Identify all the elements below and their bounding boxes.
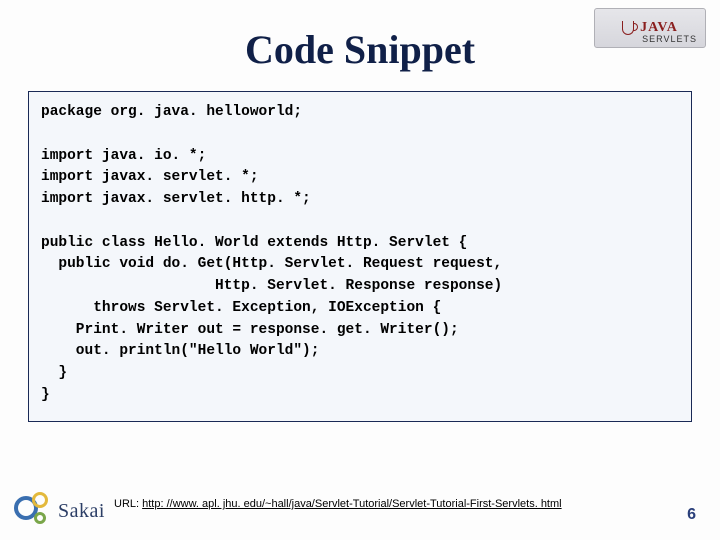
footer: Sakai URL: http: //www. apl. jhu. edu/~h…	[0, 472, 720, 540]
sakai-text: Sakai	[58, 500, 105, 523]
url-label: URL:	[114, 498, 142, 510]
coffee-cup-icon	[622, 21, 634, 35]
source-url-link[interactable]: http: //www. apl. jhu. edu/~hall/java/Se…	[142, 498, 561, 510]
java-servlets-logo: JAVA SERVLETS	[594, 8, 706, 48]
code-snippet: package org. java. helloworld; import ja…	[28, 91, 692, 422]
page-number: 6	[687, 506, 696, 524]
slide: JAVA SERVLETS Code Snippet package org. …	[0, 0, 720, 540]
sakai-rings-icon	[14, 492, 52, 530]
sakai-logo: Sakai	[14, 492, 105, 530]
source-url-line: URL: http: //www. apl. jhu. edu/~hall/ja…	[114, 498, 562, 510]
logo-subtitle: SERVLETS	[642, 34, 697, 44]
